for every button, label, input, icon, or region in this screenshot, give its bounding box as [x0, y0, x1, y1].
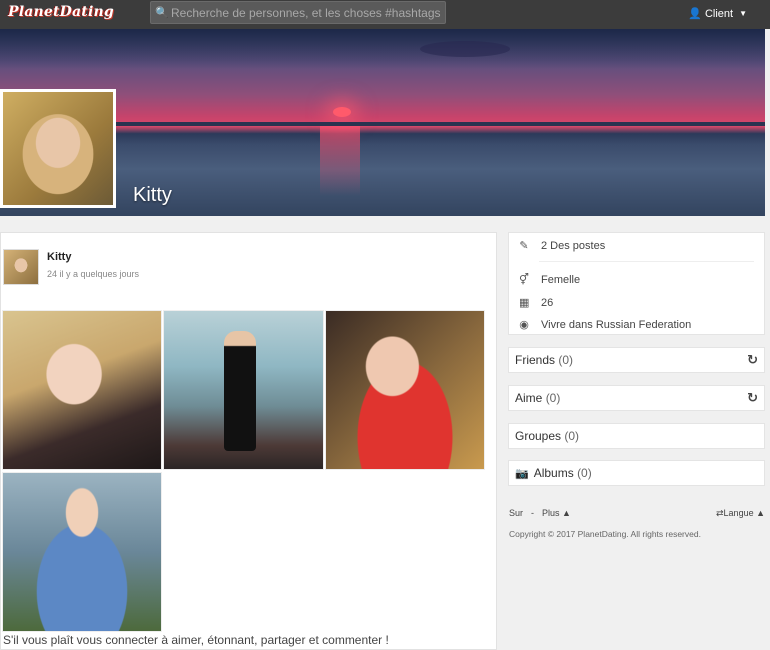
post-photo-1[interactable]	[2, 310, 162, 470]
gender-icon: ⚥	[519, 274, 529, 286]
calendar-icon: ▦	[519, 297, 530, 309]
age-row: ▦ 26	[519, 296, 554, 310]
post-card: Kitty 24 il y a quelques jours S'il vous…	[0, 232, 497, 650]
profile-avatar[interactable]	[0, 89, 116, 208]
post-author-avatar[interactable]	[3, 249, 39, 285]
top-nav: PlanetDating 🔍 👤 Client ▼	[0, 0, 770, 29]
language-selector[interactable]: ⇄Langue ▲	[716, 508, 765, 519]
camera-icon: 📷	[515, 468, 529, 480]
profile-name: Kitty	[133, 184, 172, 206]
globe-icon: ◉	[519, 319, 529, 331]
likes-widget[interactable]: Aime (0) ↻	[508, 385, 765, 411]
site-logo[interactable]: PlanetDating	[8, 4, 114, 20]
user-menu[interactable]: 👤 Client ▼	[688, 7, 747, 21]
groups-widget[interactable]: Groupes (0)	[508, 423, 765, 449]
refresh-icon[interactable]: ↻	[747, 390, 758, 406]
caret-up-icon: ▲	[756, 508, 766, 518]
search-icon: 🔍	[155, 7, 169, 19]
gender-row: ⚥ Femelle	[519, 273, 581, 287]
post-photo-3[interactable]	[325, 310, 485, 470]
login-prompt: S'il vous plaît vous connecter à aimer, …	[3, 633, 389, 647]
edit-icon: ✎	[519, 240, 529, 252]
friends-widget[interactable]: Friends (0) ↻	[508, 347, 765, 373]
location-row: ◉ Vivre dans Russian Federation	[519, 318, 692, 332]
more-link[interactable]: Plus ▲	[542, 508, 571, 518]
caret-up-icon: ▲	[562, 508, 571, 518]
search-input[interactable]	[171, 5, 445, 20]
user-menu-label: Client	[704, 7, 734, 20]
post-timestamp[interactable]: 24 il y a quelques jours	[47, 269, 139, 279]
search-box[interactable]: 🔍	[150, 1, 446, 24]
post-author-name[interactable]: Kitty	[47, 251, 71, 263]
about-link[interactable]: Sur	[509, 508, 523, 518]
refresh-icon[interactable]: ↻	[747, 352, 758, 368]
post-photo-4[interactable]	[2, 472, 162, 632]
albums-widget[interactable]: 📷 Albums (0)	[508, 460, 765, 486]
language-icon: ⇄	[716, 508, 724, 518]
caret-down-icon: ▼	[739, 9, 747, 18]
copyright-text: Copyright © 2017 PlanetDating. All right…	[509, 529, 701, 539]
post-photo-2[interactable]	[163, 310, 324, 470]
user-icon: 👤	[688, 8, 702, 20]
profile-info-box: ✎ 2 Des postes ⚥ Femelle ▦ 26 ◉ Vivre da…	[508, 232, 765, 335]
footer-links: Sur - Plus ▲	[509, 508, 571, 518]
posts-count-row: ✎ 2 Des postes	[519, 239, 606, 253]
